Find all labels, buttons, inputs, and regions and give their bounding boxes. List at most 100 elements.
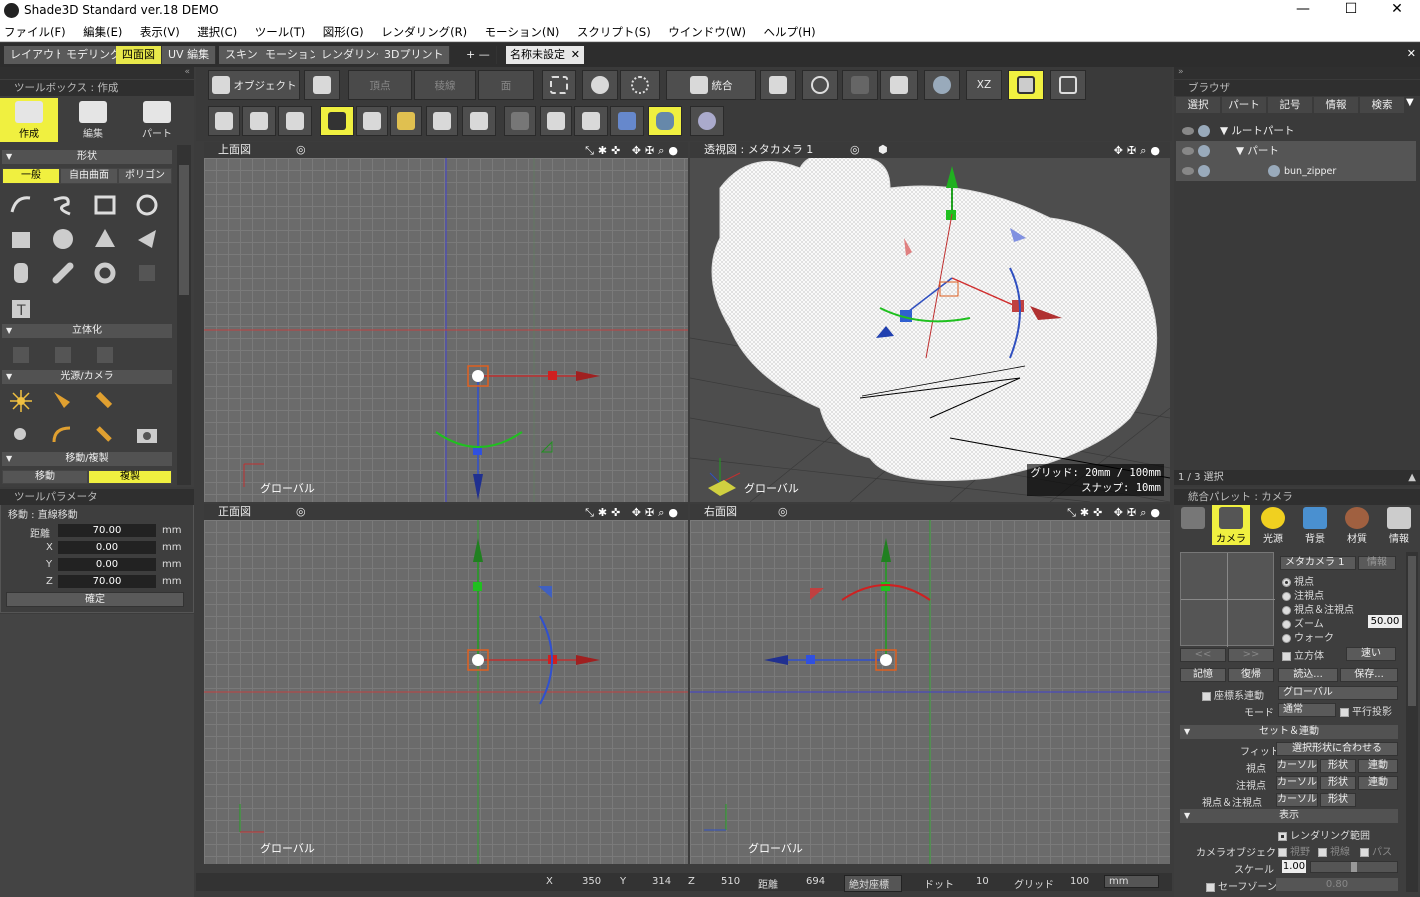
nav-next-button[interactable]: >> [1228, 648, 1274, 662]
parallel-projection-checkbox[interactable] [1340, 707, 1349, 717]
wireframe-button[interactable] [504, 106, 536, 136]
area-light-tool[interactable] [6, 420, 36, 450]
mode-part-button[interactable]: パート [128, 98, 186, 142]
mode-create-button[interactable]: 作成 [0, 98, 58, 142]
point-snap-button[interactable] [356, 106, 388, 136]
target-cursor-button[interactable]: カーソル [1276, 776, 1318, 790]
text-tool[interactable]: T [6, 294, 36, 324]
bounding-box-button[interactable] [574, 106, 608, 136]
viewport-right-coord[interactable]: グローバル [748, 840, 803, 856]
angle-snap-button[interactable] [390, 106, 422, 136]
tree-item-bun-zipper[interactable]: bun_zipper [1176, 161, 1416, 181]
shape-tab-freeform[interactable]: 自由曲面 [61, 169, 117, 183]
coord-link-row[interactable]: 座標系連動 [1202, 687, 1264, 702]
open-line-tool[interactable] [6, 190, 36, 220]
tab-skin[interactable]: スキン [219, 46, 265, 64]
xz-plane-button[interactable]: XZ [966, 70, 1002, 100]
collapse-icon[interactable]: « [0, 67, 194, 79]
camera-select-dropdown[interactable]: メタカメラ 1 [1280, 556, 1356, 570]
object-mode-button[interactable]: オブジェクト [208, 70, 300, 100]
four-view-button[interactable] [1008, 70, 1044, 100]
viewport-persp-cube-icon[interactable]: ⬢ [878, 142, 888, 158]
rotate-button[interactable] [582, 70, 618, 100]
select-rect-button[interactable] [542, 70, 576, 100]
viewport-persp-nav-icons[interactable]: ✥✠⌕● [1114, 143, 1164, 159]
browser-expand-icon[interactable]: ▲ [1408, 470, 1416, 485]
section-light-camera[interactable]: 光源/カメラ [2, 370, 172, 384]
mode-dropdown[interactable]: 通常 [1278, 703, 1336, 717]
camobj-line-checkbox[interactable] [1318, 847, 1327, 857]
camobj-view-row[interactable]: 視野 [1278, 843, 1310, 858]
safezone-row[interactable]: セーフゾーン [1206, 878, 1277, 893]
viewport-perspective-title[interactable]: 透視図 : メタカメラ 1 [704, 143, 813, 156]
palette-material-button[interactable]: 材質 [1338, 505, 1376, 545]
menu-file[interactable]: ファイル(F) [4, 22, 66, 42]
palette-left-button[interactable] [1176, 505, 1210, 545]
closed-line-tool[interactable] [48, 190, 78, 220]
tab-add-button[interactable]: + — [460, 46, 497, 64]
option-walk[interactable]: ウォーク [1282, 629, 1334, 644]
cone-tool[interactable] [90, 224, 120, 254]
menu-render[interactable]: レンダリング(R) [381, 22, 467, 42]
table-button[interactable] [208, 106, 240, 136]
top-view-gizmo[interactable] [204, 142, 688, 502]
document-tab[interactable]: 名称未設定 ✕ [506, 46, 584, 64]
box-tool[interactable] [6, 224, 36, 254]
point-light-tool[interactable] [90, 386, 120, 416]
menu-edit[interactable]: 編集(E) [83, 22, 122, 42]
viewpoint-link-button[interactable]: 連動 [1358, 759, 1398, 773]
rectangle-tool[interactable] [90, 190, 120, 220]
camera-tool[interactable] [132, 420, 162, 450]
mode-edit-button[interactable]: 編集 [64, 98, 122, 142]
viewpoint-cursor-button[interactable]: カーソル [1276, 759, 1318, 773]
visibility-icon[interactable] [1182, 147, 1194, 155]
param-z-field[interactable]: 70.00 [58, 575, 156, 588]
front-view-gizmo[interactable] [204, 504, 688, 864]
section-move-copy[interactable]: 移動/複製 [2, 452, 172, 466]
palette-light-button[interactable]: 光源 [1254, 505, 1292, 545]
lasso-button[interactable] [620, 70, 660, 100]
radio-viewpoint[interactable] [1282, 577, 1291, 587]
shading-button[interactable] [278, 106, 312, 136]
viewport-front[interactable]: 正面図 ◎ ⤡✱✜ ✥✠⌕● グローバル [204, 504, 688, 864]
viewport-top-coord[interactable]: グローバル [260, 480, 315, 496]
target-shape-button[interactable]: 形状 [1320, 776, 1356, 790]
load-button[interactable]: 読込... [1278, 668, 1338, 682]
visibility-icon[interactable] [1182, 167, 1194, 175]
shape-tab-general[interactable]: 一般 [3, 169, 59, 183]
menu-script[interactable]: スクリプト(S) [577, 22, 651, 42]
menu-view[interactable]: 表示(V) [140, 22, 180, 42]
palette-info-button[interactable]: 情報 [1380, 505, 1418, 545]
radio-walk[interactable] [1282, 633, 1291, 643]
world-axis-button[interactable] [760, 70, 796, 100]
browser-tab-search[interactable]: 検索 [1360, 97, 1404, 113]
param-distance-field[interactable]: 70.00 [58, 524, 156, 537]
visibility-icon[interactable] [1182, 127, 1194, 135]
spotlight-tool[interactable] [48, 386, 78, 416]
coord-link-checkbox[interactable] [1202, 691, 1211, 701]
camera-preview-pad[interactable] [1180, 552, 1275, 647]
line-light-tool[interactable] [48, 420, 78, 450]
lock-icon[interactable] [1198, 145, 1210, 157]
cube-checkbox[interactable] [1282, 651, 1291, 661]
lock-icon[interactable] [1198, 125, 1210, 137]
browser-tab-info[interactable]: 情報 [1314, 97, 1358, 113]
menu-window[interactable]: ウインドウ(W) [668, 22, 746, 42]
camobj-path-row[interactable]: パス [1360, 843, 1392, 858]
radio-target[interactable] [1282, 591, 1291, 601]
layer-button[interactable] [242, 106, 276, 136]
scale-slider[interactable] [1310, 861, 1398, 873]
grid-toggle-button[interactable] [1050, 70, 1086, 100]
tab-3dprint[interactable]: 3Dプリント [378, 46, 451, 64]
camobj-path-checkbox[interactable] [1360, 847, 1369, 857]
torus-tool[interactable] [90, 258, 120, 288]
move-tab[interactable]: 移動 [3, 471, 87, 483]
tree-item-root[interactable]: ▼ ルートパート [1176, 121, 1416, 141]
nav-prev-button[interactable]: << [1180, 648, 1226, 662]
option-target[interactable]: 注視点 [1282, 587, 1324, 602]
viewport-persp-target-icon[interactable]: ◎ [850, 142, 860, 158]
option-viewpoint[interactable]: 視点 [1282, 573, 1314, 588]
capsule-tool[interactable] [48, 258, 78, 288]
option-both[interactable]: 視点＆注視点 [1282, 601, 1354, 616]
coord-system-dropdown[interactable]: グローバル [1278, 686, 1398, 700]
